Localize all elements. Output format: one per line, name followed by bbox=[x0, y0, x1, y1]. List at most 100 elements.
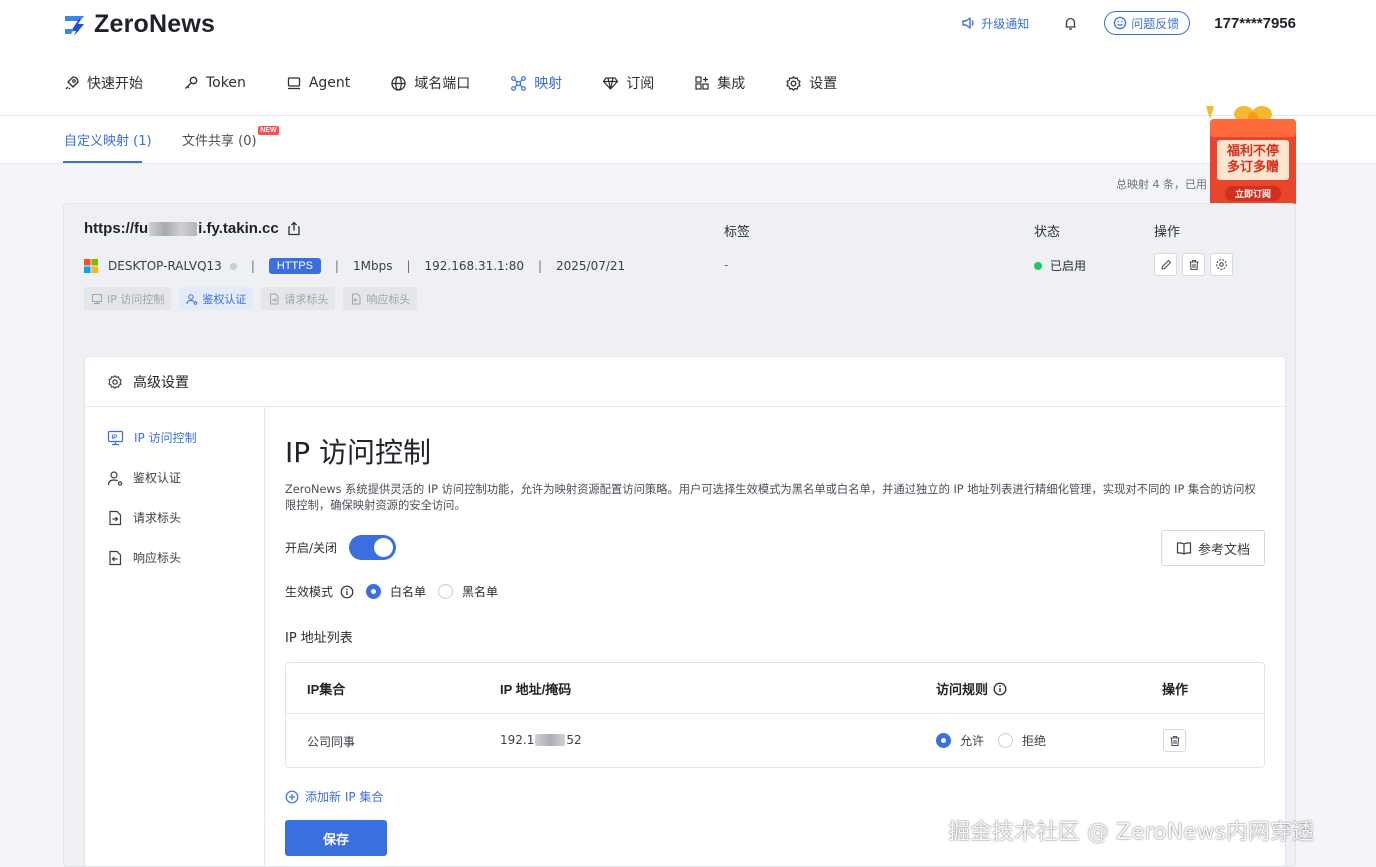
nav-subscribe[interactable]: 订阅 bbox=[602, 70, 654, 96]
url-prefix: https://fu bbox=[84, 220, 149, 237]
content-title: IP 访问控制 bbox=[285, 436, 432, 469]
add-ip-set-link[interactable]: 添加新 IP 集合 bbox=[285, 788, 383, 805]
feedback-button[interactable]: 问题反馈 bbox=[1104, 11, 1191, 35]
watermark: 掘金技术社区 @ ZeroNews内网穿透 bbox=[948, 820, 1315, 845]
side-item-request-headers[interactable]: 请求标头 bbox=[107, 509, 181, 526]
mode-label: 生效模式 bbox=[285, 585, 334, 599]
ip-suffix: 52 bbox=[566, 733, 582, 747]
nav-integration[interactable]: 集成 bbox=[694, 70, 745, 96]
nav-settings[interactable]: 设置 bbox=[785, 70, 837, 96]
enable-toggle-switch[interactable] bbox=[349, 535, 397, 560]
status-indicator: 已启用 bbox=[1034, 257, 1086, 274]
ip-table: IP集合 IP 地址/掩码 访问规则 操作 公司同事 192.1 52 允许 拒… bbox=[285, 662, 1265, 768]
reference-docs-button[interactable]: 参考文档 bbox=[1161, 530, 1265, 566]
promo-gift-banner[interactable]: 福利不停 多订多赠 立即订阅 bbox=[1206, 102, 1298, 208]
status-dot bbox=[1034, 261, 1042, 270]
globe-icon bbox=[391, 75, 406, 91]
monitor-icon bbox=[287, 77, 300, 90]
mapping-summary: 总映射 4 条，已用 bbox=[1116, 178, 1207, 191]
user-phone[interactable]: 177****7956 bbox=[1214, 15, 1296, 32]
nav-label: 域名端口 bbox=[414, 76, 471, 92]
nav-token[interactable]: Token bbox=[183, 70, 246, 96]
rule-deny-label[interactable]: 拒绝 bbox=[1022, 732, 1046, 749]
notification-bell-button[interactable] bbox=[1063, 16, 1078, 31]
separator: | bbox=[537, 259, 543, 273]
nav-label: Token bbox=[206, 75, 246, 91]
table-divider bbox=[286, 713, 1264, 714]
new-badge: NEW bbox=[258, 126, 279, 135]
col-header-status: 状态 bbox=[1034, 225, 1061, 240]
side-item-response-headers[interactable]: 响应标头 bbox=[107, 549, 181, 566]
tab-custom-mapping[interactable]: 自定义映射 (1) bbox=[64, 130, 152, 149]
info-icon[interactable] bbox=[993, 682, 1007, 696]
chip-label: 响应标头 bbox=[366, 292, 411, 306]
nav-agent[interactable]: Agent bbox=[286, 70, 350, 96]
promo-text: 福利不停 多订多赠 bbox=[1221, 144, 1285, 176]
mode-whitelist-label[interactable]: 白名单 bbox=[390, 583, 426, 600]
delete-button[interactable] bbox=[1182, 253, 1205, 276]
active-tab-underline bbox=[63, 161, 142, 163]
pencil-icon bbox=[1160, 259, 1171, 270]
share-export-icon[interactable] bbox=[287, 221, 301, 236]
nav-domain-port[interactable]: 域名端口 bbox=[390, 70, 470, 96]
th-ops: 操作 bbox=[1162, 682, 1189, 697]
edit-button[interactable] bbox=[1154, 253, 1177, 276]
col-header-ops: 操作 bbox=[1154, 225, 1181, 240]
diamond-icon bbox=[603, 77, 619, 90]
chip-auth[interactable]: 鉴权认证 bbox=[179, 287, 254, 310]
nav-mapping[interactable]: 映射 bbox=[510, 70, 562, 96]
file-out-icon bbox=[109, 550, 122, 565]
settings-button[interactable] bbox=[1210, 253, 1233, 276]
ip-prefix: 192.1 bbox=[500, 733, 535, 747]
chip-label: 请求标头 bbox=[284, 292, 329, 306]
gear-icon bbox=[108, 374, 122, 389]
mapping-subtabs: 自定义映射 (1) 文件共享 (0) NEW bbox=[0, 116, 1376, 164]
side-item-label: IP 访问控制 bbox=[134, 431, 197, 445]
advanced-settings-header: 高级设置 bbox=[85, 357, 1285, 407]
nav-label: 设置 bbox=[809, 76, 838, 92]
mode-whitelist-radio[interactable] bbox=[366, 584, 382, 599]
cell-ip-set: 公司同事 bbox=[307, 735, 356, 749]
cell-ip-address: 192.1 52 bbox=[500, 733, 582, 747]
rocket-icon bbox=[65, 76, 79, 90]
toggle-knob bbox=[374, 538, 394, 557]
promo-line2: 多订多赠 bbox=[1226, 160, 1279, 175]
nav-quickstart[interactable]: 快速开始 bbox=[64, 70, 143, 96]
redacted-blur bbox=[149, 221, 198, 236]
tab-file-share[interactable]: 文件共享 (0) NEW bbox=[182, 126, 279, 149]
speaker-icon bbox=[962, 17, 974, 29]
info-icon[interactable] bbox=[340, 585, 354, 599]
share-nodes-icon bbox=[511, 75, 527, 91]
nav-label: 订阅 bbox=[626, 76, 655, 92]
ip-icon bbox=[92, 293, 102, 304]
chip-ip-access-control[interactable]: IP 访问控制 bbox=[84, 287, 172, 310]
rule-allow-label[interactable]: 允许 bbox=[960, 732, 984, 749]
chip-request-headers[interactable]: 请求标头 bbox=[261, 287, 336, 310]
side-item-auth[interactable]: 鉴权认证 bbox=[107, 469, 181, 486]
upgrade-notice-label: 升级通知 bbox=[981, 16, 1030, 31]
device-status-dot bbox=[229, 262, 237, 270]
bandwidth: 1Mbps bbox=[352, 259, 393, 273]
chip-response-headers[interactable]: 响应标头 bbox=[343, 287, 418, 310]
trash-icon bbox=[1189, 259, 1198, 270]
logo[interactable]: ZeroNews bbox=[62, 10, 215, 39]
cell-access-rule: 允许 拒绝 bbox=[936, 732, 1046, 749]
mode-blacklist-label[interactable]: 黑名单 bbox=[462, 583, 498, 600]
created-date: 2025/07/21 bbox=[556, 259, 626, 273]
file-out-icon bbox=[352, 293, 361, 304]
rule-deny-radio[interactable] bbox=[998, 733, 1014, 748]
main-nav: 快速开始 Token Agent 域名端口 映射 订阅 集成 设置 bbox=[64, 70, 877, 96]
save-button[interactable]: 保存 bbox=[285, 820, 387, 856]
device-name: DESKTOP-RALVQ13 bbox=[108, 259, 222, 273]
tag-value: - bbox=[724, 258, 729, 272]
row-delete-button[interactable] bbox=[1163, 729, 1186, 752]
enable-toggle-row: 开启/关闭 bbox=[285, 535, 397, 560]
mode-blacklist-radio[interactable] bbox=[438, 584, 454, 599]
redacted-blur bbox=[535, 734, 566, 746]
promo-cta: 立即订阅 bbox=[1234, 190, 1271, 200]
upgrade-notice-link[interactable]: 升级通知 bbox=[961, 15, 1029, 32]
mapping-url[interactable]: https://fu i.fy.takin.cc bbox=[84, 220, 301, 237]
side-item-ip-access[interactable]: IP IP 访问控制 bbox=[107, 429, 197, 446]
add-ip-set-label: 添加新 IP 集合 bbox=[305, 790, 384, 804]
rule-allow-radio[interactable] bbox=[936, 733, 951, 748]
